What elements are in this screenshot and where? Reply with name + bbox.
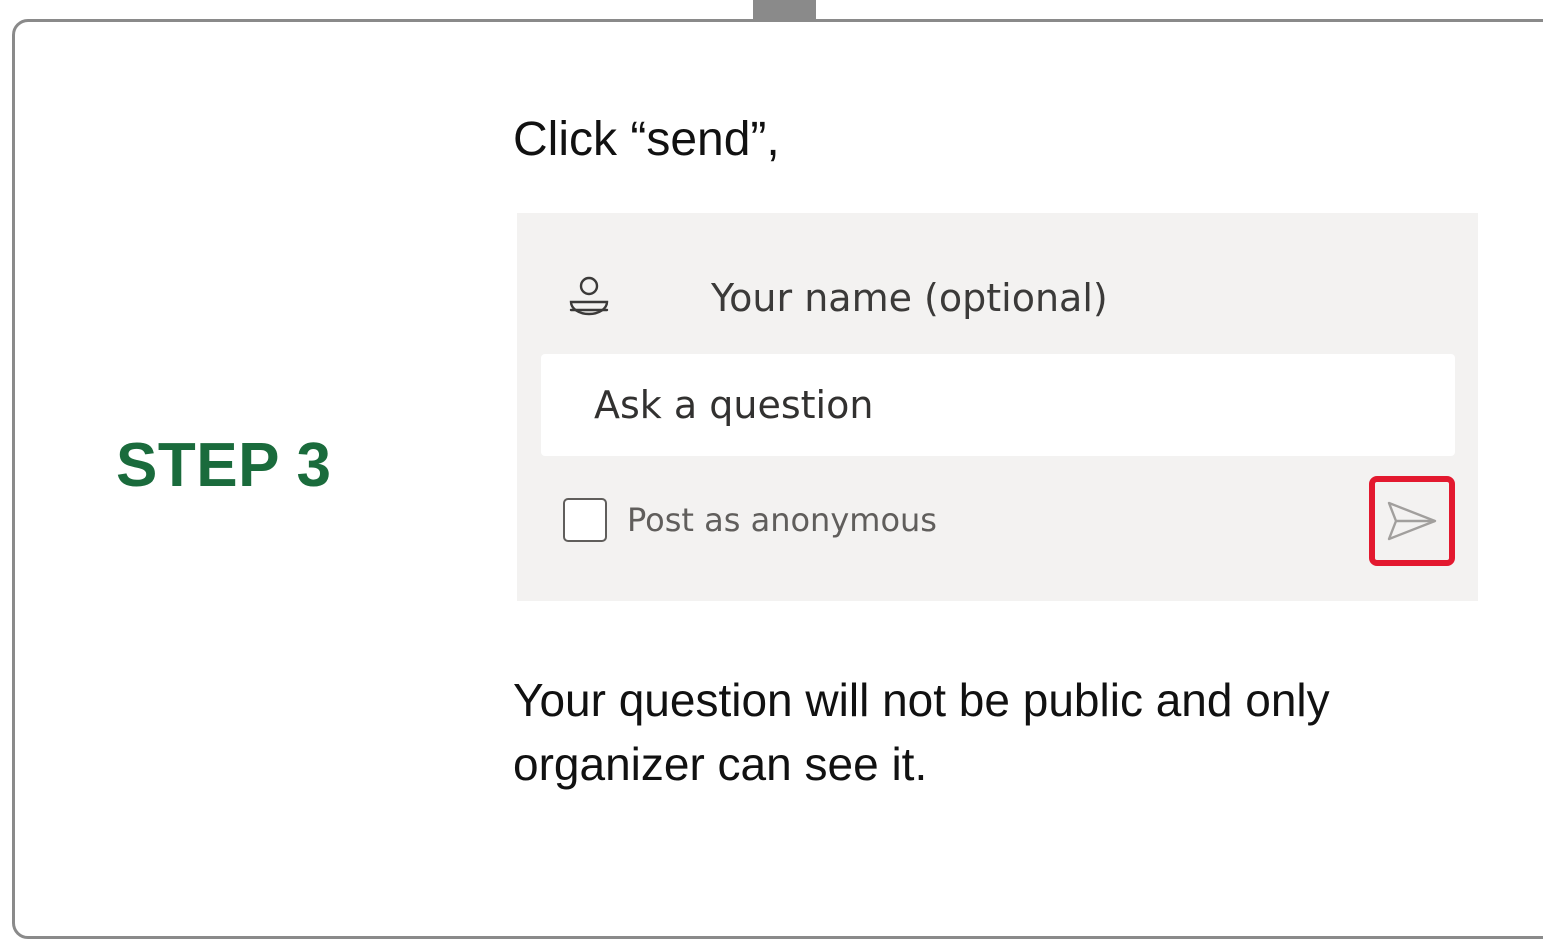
name-placeholder: Your name (optional)	[711, 276, 1108, 320]
anonymous-label: Post as anonymous	[627, 501, 937, 539]
person-icon	[569, 276, 609, 316]
instruction-text: Click “send”,	[513, 113, 780, 166]
question-input[interactable]	[541, 354, 1455, 456]
step-label: STEP 3	[116, 431, 332, 500]
question-form-panel: Your name (optional) Post as anonymous	[517, 213, 1478, 601]
privacy-note: Your question will not be public and onl…	[513, 674, 1330, 790]
name-row[interactable]: Your name (optional)	[565, 268, 1108, 328]
send-icon	[1387, 501, 1437, 541]
send-button[interactable]	[1369, 476, 1455, 566]
anonymous-option[interactable]: Post as anonymous	[563, 498, 937, 542]
anonymous-checkbox[interactable]	[563, 498, 607, 542]
